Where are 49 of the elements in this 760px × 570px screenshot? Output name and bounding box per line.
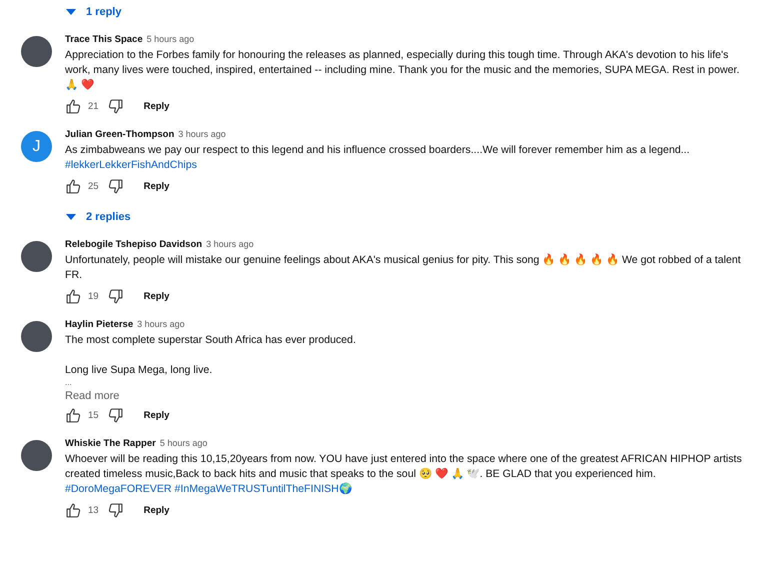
avatar-photo-placeholder[interactable] <box>21 241 52 272</box>
comment-text: Long live Supa Mega, long live. <box>65 363 214 378</box>
thumbs-down-icon[interactable] <box>106 288 124 304</box>
thumbs-up-icon[interactable] <box>65 178 82 194</box>
avatar-photo-placeholder[interactable] <box>21 36 52 67</box>
reply-button[interactable]: Reply <box>138 98 176 114</box>
caret-icon <box>66 214 76 220</box>
comment-time[interactable]: 3 hours ago <box>178 129 226 139</box>
thumbs-up-icon[interactable] <box>65 98 82 114</box>
replies-toggle[interactable]: 2 replies <box>66 209 131 225</box>
comment-text: The most complete superstar South Africa has ever produced. <box>65 333 357 348</box>
like-count: 21 <box>88 100 99 112</box>
comment-time[interactable]: 3 hours ago <box>206 239 254 249</box>
author-name[interactable]: Julian Green-Thompson <box>65 129 174 140</box>
reply-button[interactable]: Reply <box>138 502 176 518</box>
thumbs-up-icon[interactable] <box>65 288 82 304</box>
comment-text: As zimbabweans we pay our respect to this legend and his influence crossed boarders....We will forever remember him as a legend... <box>65 143 691 158</box>
like-count: 13 <box>88 504 99 516</box>
hashtag-link[interactable]: #DoroMegaFOREVER #InMegaWeTRUSTuntilTheFINISH🌍 <box>65 482 745 497</box>
reply-button[interactable]: Reply <box>138 408 176 422</box>
avatar-photo-placeholder[interactable] <box>21 321 52 352</box>
avatar[interactable]: J <box>21 131 52 162</box>
thumbs-down-icon[interactable] <box>106 178 124 194</box>
comment-text: Unfortunately, people will mistake our genuine feelings about AKA's musical genius for pity. This song 🔥 🔥 🔥 🔥 🔥 We got robbed of a talent FR. <box>65 253 742 283</box>
hashtag-link[interactable]: #lekkerLekkerFishAndChips <box>65 158 745 173</box>
comment-time[interactable]: 5 hours ago <box>146 34 194 44</box>
read-more-button[interactable]: Read more <box>65 390 120 402</box>
reply-button[interactable]: Reply <box>138 178 176 194</box>
like-count: 19 <box>88 290 99 302</box>
comment-time[interactable]: 5 hours ago <box>160 438 208 448</box>
comment-text: Appreciation to the Forbes family for honouring the releases as planned, especially during this tough time. Through AKA's devotion to his life's work, many lives were touched, inspired, entertained -- including mine. Thank you for the music and the memories, SUPA MEGA. Rest in power. 🙏 ❤ <box>65 48 740 93</box>
author-name[interactable]: Whiskie The Rapper <box>65 438 156 449</box>
thumbs-down-icon[interactable] <box>106 502 124 518</box>
ellipsis-text: ... <box>65 378 73 388</box>
avatar-photo-placeholder[interactable] <box>21 440 52 471</box>
like-count: 15 <box>88 410 99 420</box>
caret-icon <box>66 9 76 15</box>
author-name[interactable]: Trace This Space <box>65 34 143 45</box>
comment-time[interactable]: 3 hours ago <box>137 319 185 329</box>
thumbs-down-icon[interactable] <box>106 98 124 114</box>
replies-toggle[interactable]: 1 reply <box>66 4 122 20</box>
author-name[interactable]: Relebogile Tshepiso Davidson <box>65 239 202 250</box>
thumbs-down-icon[interactable] <box>106 406 124 424</box>
comment-text: Whoever will be reading this 10,15,20years from now. YOU have just entered into the space where one of the greatest AFRICAN HIPHOP artists created timeless music,Back to back hits and music that speaks to the soul 🥺 ❤ 🙏 🕊. BE GLAD that you experienced him. <box>65 452 743 482</box>
like-count: 25 <box>88 180 99 192</box>
reply-button[interactable]: Reply <box>138 288 176 304</box>
thumbs-up-icon[interactable] <box>65 502 82 518</box>
thumbs-up-icon[interactable] <box>65 406 82 424</box>
author-name[interactable]: Haylin Pieterse <box>65 319 134 330</box>
